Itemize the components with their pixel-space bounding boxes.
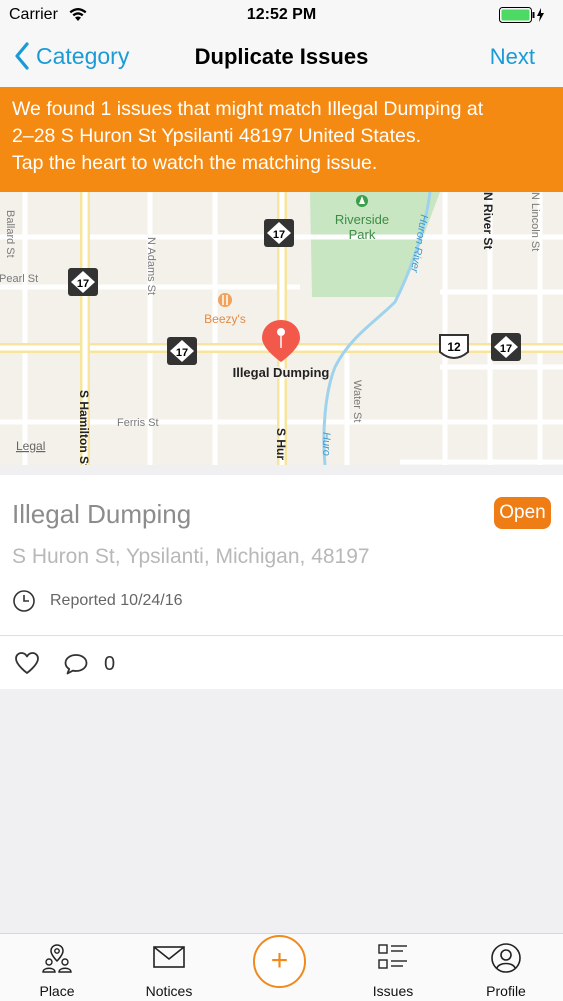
tab-issues[interactable]: Issues — [348, 934, 438, 1001]
street-label: N Lincoln St — [529, 192, 541, 251]
legal-link[interactable]: Legal — [16, 439, 45, 453]
place-icon — [42, 944, 72, 973]
divider — [0, 635, 563, 636]
route-17-shield-icon: 17 — [264, 219, 294, 247]
next-button[interactable]: Next — [490, 44, 535, 70]
page-title: Duplicate Issues — [194, 44, 369, 69]
river-label: Huro — [320, 432, 332, 456]
svg-text:17: 17 — [176, 347, 188, 359]
street-label: S Hur — [274, 428, 288, 460]
street-label: Ferris St — [117, 417, 159, 429]
street-label: S Hamilton St — [77, 390, 91, 465]
plus-icon: + — [270, 944, 289, 977]
tab-place[interactable]: Place — [12, 934, 102, 1001]
tab-label: Profile — [486, 983, 526, 999]
pin-label: Illegal Dumping — [233, 365, 330, 380]
street-label: N River St — [481, 192, 495, 249]
route-12-shield-icon: 12 — [439, 334, 469, 359]
poi-label: Beezy's — [204, 312, 246, 326]
route-17-shield-icon: 17 — [167, 337, 197, 365]
comment-count: 0 — [104, 653, 116, 675]
add-issue-button[interactable]: + — [253, 935, 306, 988]
status-bar: Carrier 12:52 PM — [0, 0, 563, 30]
street-label: Water St — [351, 380, 363, 422]
reported-date: Reported 10/24/16 — [50, 592, 183, 609]
back-button-label: Category — [36, 42, 130, 69]
svg-text:17: 17 — [500, 343, 512, 355]
route-17-shield-icon: 17 — [491, 333, 521, 361]
issues-list-icon — [378, 944, 407, 969]
clock-icon — [13, 590, 35, 612]
issue-title: Illegal Dumping — [12, 499, 192, 529]
park-label: Park — [349, 227, 376, 242]
mail-icon — [153, 946, 185, 968]
tab-profile[interactable]: Profile — [461, 934, 551, 1001]
banner-line: Tap the heart to watch the matching issu… — [12, 152, 378, 174]
banner-line: We found 1 issues that might match Illeg… — [12, 98, 484, 120]
tab-label: Issues — [372, 983, 414, 999]
issue-address: S Huron St, Ypsilanti, Michigan, 48197 — [12, 545, 370, 568]
back-button[interactable]: Category — [14, 42, 129, 70]
profile-icon — [491, 943, 521, 973]
svg-text:17: 17 — [77, 278, 89, 290]
map-view[interactable]: Ballard St Pearl St N Adams St Ferris St… — [0, 192, 563, 465]
battery-icon — [499, 7, 544, 23]
issue-card[interactable]: Illegal Dumping Open S Huron St, Ypsilan… — [0, 475, 563, 689]
street-label: Ballard St — [4, 210, 16, 258]
street-label: Pearl St — [0, 273, 38, 285]
comment-icon[interactable] — [63, 652, 89, 676]
banner-line: 2–28 S Huron St Ypsilanti 48197 United S… — [12, 125, 422, 147]
status-badge: Open — [494, 497, 551, 529]
svg-text:17: 17 — [273, 229, 285, 241]
svg-text:12: 12 — [447, 340, 461, 354]
duplicate-notice-banner: We found 1 issues that might match Illeg… — [0, 87, 563, 192]
tab-label: Place — [39, 983, 75, 999]
clock-time: 12:52 PM — [246, 6, 317, 23]
map-canvas[interactable]: Ballard St Pearl St N Adams St Ferris St… — [0, 192, 563, 465]
park-pin-icon — [356, 195, 368, 207]
navigation-bar: Category Duplicate Issues Next — [0, 30, 563, 87]
park-label: Riverside — [335, 212, 389, 227]
tab-notices[interactable]: Notices — [124, 934, 214, 1001]
restaurant-icon — [218, 293, 232, 307]
chevron-left-icon — [15, 42, 29, 70]
charging-bolt-icon — [537, 8, 544, 22]
street-label: N Adams St — [145, 237, 157, 295]
tab-label: Notices — [145, 983, 193, 999]
heart-icon[interactable] — [14, 651, 40, 675]
route-17-shield-icon: 17 — [68, 268, 98, 296]
